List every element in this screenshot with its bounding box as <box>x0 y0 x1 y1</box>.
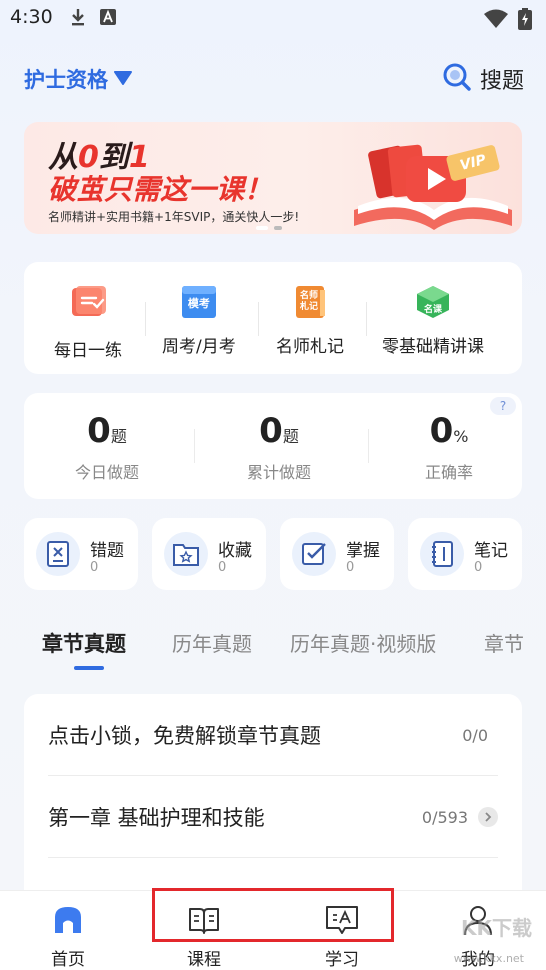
tab-chapter-questions[interactable]: 章节真题 <box>42 628 126 658</box>
search-label: 搜题 <box>479 69 524 94</box>
nav-home[interactable]: 首页 <box>28 903 108 970</box>
banner-dot <box>274 226 282 230</box>
watermark: KK下载 <box>461 916 532 940</box>
shortcut-mastered[interactable]: 掌握 0 <box>280 518 394 590</box>
divider <box>48 857 498 858</box>
nav-study[interactable]: 学习 <box>302 903 382 970</box>
divider <box>194 429 195 463</box>
shortcut-count: 0 <box>474 560 483 575</box>
quick-action-weekly-exam[interactable]: 模考 周考/月考 <box>162 284 236 357</box>
active-tab-indicator <box>74 666 104 670</box>
chapter-row-unlock[interactable]: 点击小锁，免费解锁章节真题 0/0 <box>48 694 498 776</box>
teacher-notes-icon: 名师札记 <box>292 284 328 320</box>
banner-pagination <box>256 226 282 230</box>
divider <box>145 302 146 336</box>
shortcut-title: 收藏 <box>218 541 252 561</box>
notes-icon <box>420 532 464 576</box>
triangle-down-icon <box>114 70 132 89</box>
weekly-exam-icon-text: 模考 <box>187 297 210 310</box>
divider <box>366 302 367 336</box>
exam-selector-label: 护士资格 <box>24 68 108 92</box>
stat-value: 0 <box>259 411 283 451</box>
tab-chapter[interactable]: 章节 <box>484 628 524 657</box>
mastered-icon <box>292 532 336 576</box>
stat-unit: 题 <box>282 427 299 446</box>
shortcut-count: 0 <box>218 560 227 575</box>
status-time: 4:30 <box>10 6 53 28</box>
shortcut-notes[interactable]: 笔记 0 <box>408 518 522 590</box>
nav-label: 课程 <box>187 950 221 970</box>
study-icon <box>324 903 360 941</box>
shortcut-count: 0 <box>346 560 355 575</box>
wrong-questions-icon <box>36 532 80 576</box>
nav-label: 首页 <box>51 950 85 970</box>
quick-action-label: 周考/月考 <box>162 337 236 357</box>
shortcut-count: 0 <box>90 560 99 575</box>
stat-label: 今日做题 <box>74 463 139 482</box>
search-icon <box>442 62 472 96</box>
stat-label: 累计做题 <box>246 463 311 482</box>
stat-total: 0题 累计做题 <box>196 411 362 483</box>
chapter-progress: 0/593 <box>421 807 468 827</box>
teacher-notes-icon-text: 名师札记 <box>299 291 318 312</box>
tab-past-exams[interactable]: 历年真题 <box>172 628 252 657</box>
quick-action-label: 零基础精讲课 <box>382 337 484 357</box>
stat-value: 0 <box>429 411 454 451</box>
banner-dot-active <box>256 226 268 230</box>
favorites-icon <box>164 532 208 576</box>
stat-today: 0题 今日做题 <box>24 411 190 483</box>
quick-action-teacher-notes[interactable]: 名师札记 名师札记 <box>276 284 344 357</box>
stat-unit: % <box>453 427 469 446</box>
stat-unit: 题 <box>110 427 127 446</box>
home-icon <box>51 903 85 941</box>
quick-action-daily-practice[interactable]: 每日一练 <box>54 284 122 361</box>
chapter-title: 第一章 基础护理和技能 <box>48 806 265 830</box>
topbar: 护士资格 搜题 <box>0 58 546 102</box>
quick-action-label: 名师札记 <box>276 337 344 357</box>
chapter-progress: 0/0 <box>462 725 488 745</box>
tab-past-exams-video[interactable]: 历年真题·视频版 <box>290 628 436 657</box>
shortcut-title: 错题 <box>90 541 124 561</box>
promo-banner[interactable]: 从0到1 破茧只需这一课！ 名师精讲+实用书籍+1年SVIP，通关快人一步! V… <box>24 122 522 234</box>
stats-card: ? 0题 今日做题 0题 累计做题 0% 正确率 <box>24 393 522 499</box>
weekly-exam-icon: 模考 <box>180 284 218 320</box>
chapter-title: 点击小锁，免费解锁章节真题 <box>48 724 321 748</box>
search-button[interactable]: 搜题 <box>442 62 524 96</box>
chapter-list: 点击小锁，免费解锁章节真题 0/0 第一章 基础护理和技能 0/593 <box>24 694 522 894</box>
book-icon <box>187 903 221 941</box>
nav-label: 学习 <box>325 950 359 970</box>
question-tabs: 章节真题 历年真题 历年真题·视频版 章节 <box>0 626 546 672</box>
stat-accuracy: 0% 正确率 <box>366 411 532 483</box>
nav-courses[interactable]: 课程 <box>164 903 244 970</box>
banner-subheadline: 破茧只需这一课！ <box>48 173 273 206</box>
stat-value: 0 <box>87 411 111 451</box>
shortcut-title: 掌握 <box>346 541 380 561</box>
divider <box>258 302 259 336</box>
shortcut-favorites[interactable]: 收藏 0 <box>152 518 266 590</box>
quick-action-label: 每日一练 <box>54 341 122 361</box>
banner-description: 名师精讲+实用书籍+1年SVIP，通关快人一步! <box>48 210 300 224</box>
text-a-icon <box>100 9 116 29</box>
download-icon <box>70 8 86 30</box>
daily-practice-icon <box>70 284 106 324</box>
quick-action-basic-course[interactable]: 名课 零基础精讲课 <box>382 284 484 357</box>
chevron-right-icon <box>478 807 498 827</box>
status-bar: 4:30 <box>0 0 546 40</box>
watermark-url: www.kkx.net <box>453 952 524 965</box>
shortcut-title: 笔记 <box>474 541 508 561</box>
basic-course-icon-text: 名课 <box>423 305 442 315</box>
stat-label: 正确率 <box>424 463 473 482</box>
quick-actions-card: 每日一练 模考 周考/月考 名师札记 名师札记 名课 零基础精讲课 <box>24 262 522 374</box>
wifi-icon <box>484 9 508 33</box>
exam-selector[interactable]: 护士资格 <box>24 64 132 94</box>
chapter-row-1[interactable]: 第一章 基础护理和技能 0/593 <box>48 776 498 858</box>
shortcut-wrong-questions[interactable]: 错题 0 <box>24 518 138 590</box>
battery-charging-icon <box>518 8 532 34</box>
basic-course-icon: 名课 <box>415 284 451 320</box>
